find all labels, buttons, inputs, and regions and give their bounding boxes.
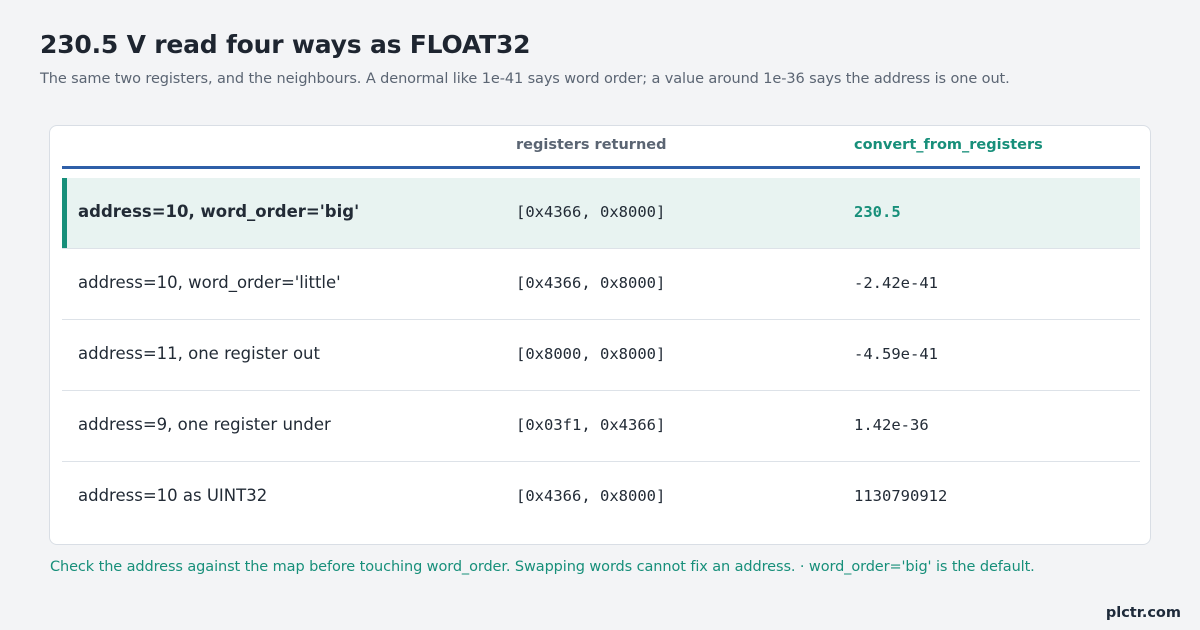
column-header-converted: convert_from_registers (854, 137, 1043, 153)
row-label: address=10, word_order='little' (78, 273, 341, 292)
table-header: registers returned convert_from_register… (62, 126, 1140, 169)
results-table-card: registers returned convert_from_register… (49, 125, 1151, 545)
row-label: address=10 as UINT32 (78, 486, 268, 505)
footnote: Check the address against the map before… (50, 559, 1035, 575)
table-row: address=9, one register under [0x03f1, 0… (62, 391, 1140, 462)
row-registers: [0x4366, 0x8000] (516, 203, 666, 221)
row-value: 1130790912 (854, 487, 948, 505)
brand-logo[interactable]: plctr.com (1106, 605, 1181, 621)
row-registers: [0x8000, 0x8000] (516, 345, 666, 363)
table-row: address=11, one register out [0x8000, 0x… (62, 320, 1140, 391)
row-label: address=10, word_order='big' (78, 202, 360, 221)
row-value: -4.59e-41 (854, 345, 938, 363)
page-title: 230.5 V read four ways as FLOAT32 (40, 30, 531, 59)
row-value: 230.5 (854, 203, 901, 221)
row-value: -2.42e-41 (854, 274, 938, 292)
table-row: address=10, word_order='little' [0x4366,… (62, 249, 1140, 320)
row-value: 1.42e-36 (854, 416, 929, 434)
table-row: address=10 as UINT32 [0x4366, 0x8000] 11… (62, 462, 1140, 533)
table-row: address=10, word_order='big' [0x4366, 0x… (62, 178, 1140, 249)
row-registers: [0x4366, 0x8000] (516, 274, 666, 292)
row-label: address=11, one register out (78, 344, 320, 363)
row-label: address=9, one register under (78, 415, 331, 434)
page-subtitle: The same two registers, and the neighbou… (40, 71, 1010, 87)
row-highlight-bar (62, 178, 67, 248)
row-registers: [0x4366, 0x8000] (516, 487, 666, 505)
row-registers: [0x03f1, 0x4366] (516, 416, 666, 434)
column-header-registers: registers returned (516, 137, 667, 153)
